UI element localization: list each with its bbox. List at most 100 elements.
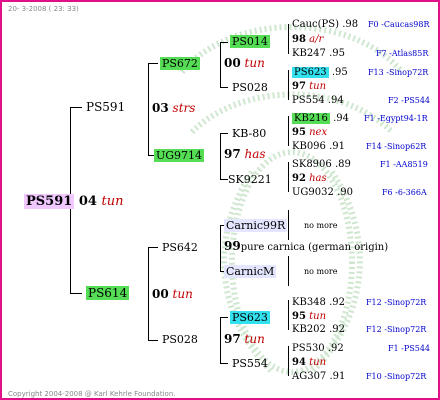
mm-id-label: PS672: [160, 57, 200, 70]
root-queen: PS591 04 tun: [24, 194, 123, 209]
ff-breed: tun: [244, 332, 265, 346]
ff-info: 97 tun: [224, 333, 265, 346]
pedigree-chart: 20- 3-2008 ( 23: 33) PS591 04 tun PS591 …: [0, 0, 440, 400]
g4-row: AG307 .91: [292, 371, 346, 382]
carnic99r-label: Carnic99R: [224, 219, 288, 232]
g4-mid: 94 tun: [292, 357, 327, 368]
connector: [288, 24, 289, 54]
ps554-id: PS554: [232, 357, 268, 370]
connector: [220, 179, 228, 180]
ps623-id: PS623: [230, 311, 270, 324]
g4-code: F13 -Sinop72R: [368, 68, 429, 77]
connector: [220, 363, 228, 364]
g4-row: SK8906 .89: [292, 159, 351, 170]
connector: [288, 300, 289, 330]
ps014-breed: tun: [244, 56, 265, 70]
ps014-id: PS014: [230, 35, 270, 48]
connector: [148, 63, 149, 155]
g4-row: KB202 .92: [292, 324, 345, 335]
g4-code: F6 -6-366A: [382, 188, 427, 197]
father-id: PS614: [86, 286, 130, 300]
fm-year: 99: [224, 239, 241, 253]
g4-row: KB247 .95: [292, 48, 345, 59]
ps014-year: 00: [224, 56, 241, 70]
g4-code: F12 -Sinop72R: [366, 325, 427, 334]
mm-id: PS672: [160, 57, 200, 70]
fm-info: 99pure carnica (german origin): [224, 240, 388, 254]
connector: [148, 63, 158, 64]
g4-code: F1 -AA8519: [380, 160, 428, 169]
father-year: 00: [152, 287, 169, 301]
g4-row: PS530 .92: [292, 343, 344, 354]
connector: [220, 133, 221, 179]
g4-row: KB096 .91: [292, 141, 345, 152]
connector: [220, 87, 228, 88]
father-breed: tun: [172, 287, 193, 301]
father-id-label: PS614: [86, 286, 130, 300]
g4-row: KB216 .94: [292, 113, 349, 124]
g4-mid: 98 a/r: [292, 34, 324, 45]
connector: [148, 247, 149, 340]
connector: [288, 256, 289, 286]
g4-mid: 92 has: [292, 173, 327, 184]
mm-breed: strs: [172, 101, 196, 115]
root-year: 04: [78, 194, 97, 209]
mother-info: 03 strs: [152, 102, 195, 115]
connector: [148, 247, 158, 248]
root-breed: tun: [101, 194, 124, 209]
mm-year: 03: [152, 101, 169, 115]
g4-row: KB348 .92: [292, 297, 345, 308]
g4-row: PS623 .95: [292, 67, 348, 78]
header-date: 20- 3-2008 ( 23: 33): [8, 5, 79, 13]
mf-id-label: UG9714: [154, 149, 205, 162]
ff-id: PS028: [162, 333, 198, 346]
carnic99r-id: Carnic99R: [224, 219, 288, 232]
connector: [220, 42, 228, 43]
mf-year: 97: [224, 147, 241, 161]
g4-code: F7 -Atlas85R: [376, 49, 429, 58]
g4-code: F1 -PS544: [388, 344, 431, 353]
g4-row: PS554 .94: [292, 95, 344, 106]
g4-code: F14 -Sinop62R: [366, 142, 427, 151]
mf-id: UG9714: [154, 149, 205, 162]
ps014-info: 00 tun: [224, 57, 265, 70]
g4-code: F12 -Sinop72R: [366, 298, 427, 307]
g4-row: Cauc(PS) .98: [292, 19, 359, 30]
sk9221-id: SK9221: [228, 173, 272, 186]
ps014-id-label: PS014: [230, 35, 270, 48]
connector: [220, 42, 221, 87]
kb80-id: KB-80: [232, 127, 267, 140]
g4-code: F0 -Caucas98R: [368, 20, 430, 29]
g4-mid: 97 tun: [292, 81, 327, 92]
ff-year: 97: [224, 332, 241, 346]
ps623-label: PS623: [230, 311, 270, 324]
connector: [220, 317, 228, 318]
connector: [220, 133, 228, 134]
g4-mid: 95 tun: [292, 311, 327, 322]
ps028a-id: PS028: [232, 81, 268, 94]
g4-mid: 95 nex: [292, 127, 328, 138]
root-id: PS591: [24, 194, 75, 209]
no-more-label: no more: [304, 267, 338, 276]
connector: [288, 346, 289, 376]
g4-code: F1 -Egypt94-1R: [364, 114, 428, 123]
g4-row: UG9032 .90: [292, 187, 353, 198]
g4-code: F10 -Sinop72R: [366, 372, 427, 381]
no-more-label: no more: [304, 221, 338, 230]
mf-breed: has: [244, 147, 266, 161]
carnicm-label: CarnicM: [224, 265, 277, 278]
father-info: 00 tun: [152, 288, 193, 301]
footer-copyright: Copyright 2004-2008 @ Karl Kehrle Founda…: [8, 390, 176, 398]
connector: [288, 162, 289, 192]
connector: [220, 317, 221, 363]
connector: [288, 70, 289, 100]
connector: [288, 116, 289, 146]
g4-code: F2 -PS544: [388, 96, 431, 105]
connector: [288, 210, 289, 240]
connector: [148, 340, 158, 341]
connector: [70, 293, 82, 294]
carnicm-id: CarnicM: [224, 265, 277, 278]
mf-info: 97 has: [224, 148, 266, 161]
mother-id: PS591: [86, 100, 126, 114]
fm-breed: pure carnica (german origin): [240, 242, 389, 253]
